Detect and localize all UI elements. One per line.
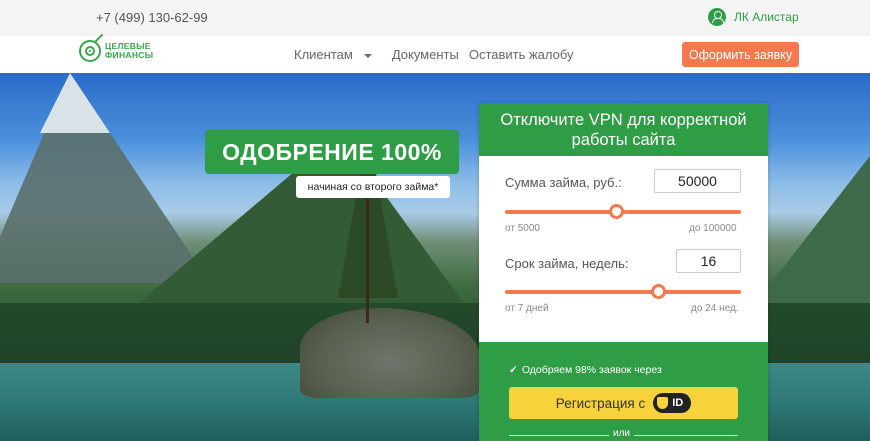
logo-line2: ФИНАНСЫ	[105, 50, 154, 60]
register-with-id-button[interactable]: Регистрация с ID	[509, 387, 738, 419]
user-icon	[708, 8, 726, 26]
account-link[interactable]: ЛК Алистар	[708, 8, 799, 26]
target-icon	[79, 33, 104, 62]
form-footer: ✓ Одобряем 98% заявок через Регистрация с…	[479, 342, 768, 441]
term-slider-handle[interactable]	[651, 284, 667, 299]
amount-slider-handle[interactable]	[609, 204, 625, 219]
account-link-label: ЛК Алистар	[734, 10, 799, 24]
id-badge-label: ID	[672, 397, 684, 409]
snow-peak-graphic	[40, 73, 110, 133]
apply-button[interactable]: Оформить заявку	[682, 42, 799, 67]
top-bar: +7 (499) 130-62-99 ЛК Алистар	[0, 0, 870, 36]
logo-text: ЦЕЛЕВЫЕ ФИНАНСЫ	[105, 42, 153, 60]
form-title: Отключите VPN для корректной работы сайт…	[479, 103, 768, 156]
chevron-down-icon	[363, 53, 372, 58]
term-input[interactable]: 16	[676, 249, 741, 273]
check-icon: ✓	[509, 364, 518, 376]
amount-input[interactable]: 50000	[654, 169, 741, 193]
term-label: Срок займа, недель:	[505, 256, 629, 271]
id-badge: ID	[653, 393, 692, 413]
term-min: от 7 дней	[505, 303, 549, 314]
or-separator: или	[609, 428, 635, 439]
nav-item-clients-label: Клиентам	[294, 47, 353, 62]
main-nav: ЦЕЛЕВЫЕ ФИНАНСЫ Клиентам Документы Остав…	[0, 33, 870, 73]
logo[interactable]: ЦЕЛЕВЫЕ ФИНАНСЫ	[79, 33, 153, 62]
nav-item-documents[interactable]: Документы	[392, 47, 459, 62]
approval-headline: ОДОБРЕНИЕ 100%	[205, 130, 459, 174]
tree-trunk-graphic	[366, 193, 369, 323]
register-label: Регистрация с	[555, 395, 646, 411]
amount-min: от 5000	[505, 223, 540, 234]
loan-form: Отключите VPN для корректной работы сайт…	[479, 103, 768, 441]
phone-number[interactable]: +7 (499) 130-62-99	[96, 10, 208, 25]
term-max: до 24 нед.	[691, 303, 739, 314]
approval-subheadline: начиная со второго займа*	[296, 176, 450, 198]
nav-item-complaint[interactable]: Оставить жалобу	[469, 47, 574, 62]
amount-label: Сумма займа, руб.:	[505, 175, 622, 190]
shield-icon	[657, 397, 669, 409]
nav-item-clients[interactable]: Клиентам	[294, 47, 382, 62]
amount-max: до 100000	[689, 223, 737, 234]
term-slider[interactable]	[505, 284, 741, 299]
nav-links: Клиентам Документы Оставить жалобу	[294, 47, 584, 62]
approval-note: ✓ Одобряем 98% заявок через	[509, 364, 662, 376]
amount-slider[interactable]	[505, 204, 741, 219]
approval-note-text: Одобряем 98% заявок через	[521, 364, 662, 376]
